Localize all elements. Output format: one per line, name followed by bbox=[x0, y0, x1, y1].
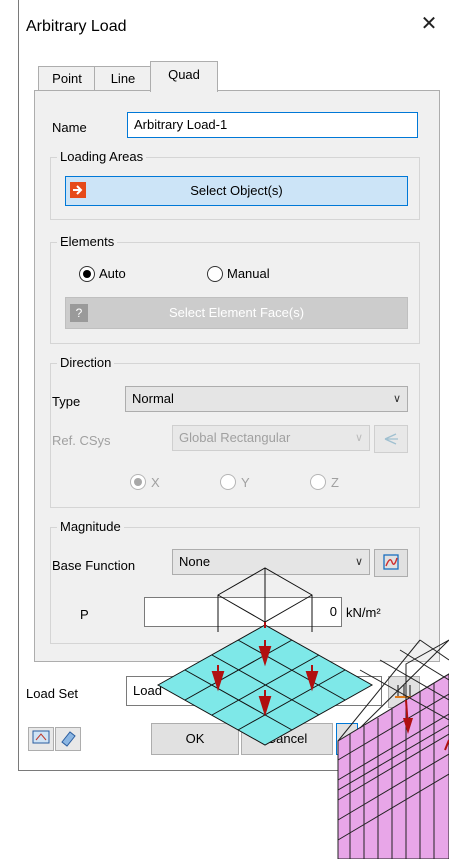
quad-plate bbox=[156, 567, 374, 746]
tab-quad[interactable]: Quad bbox=[150, 61, 218, 92]
load-preview-illustration bbox=[156, 567, 449, 859]
solid-mesh-block bbox=[337, 639, 449, 859]
